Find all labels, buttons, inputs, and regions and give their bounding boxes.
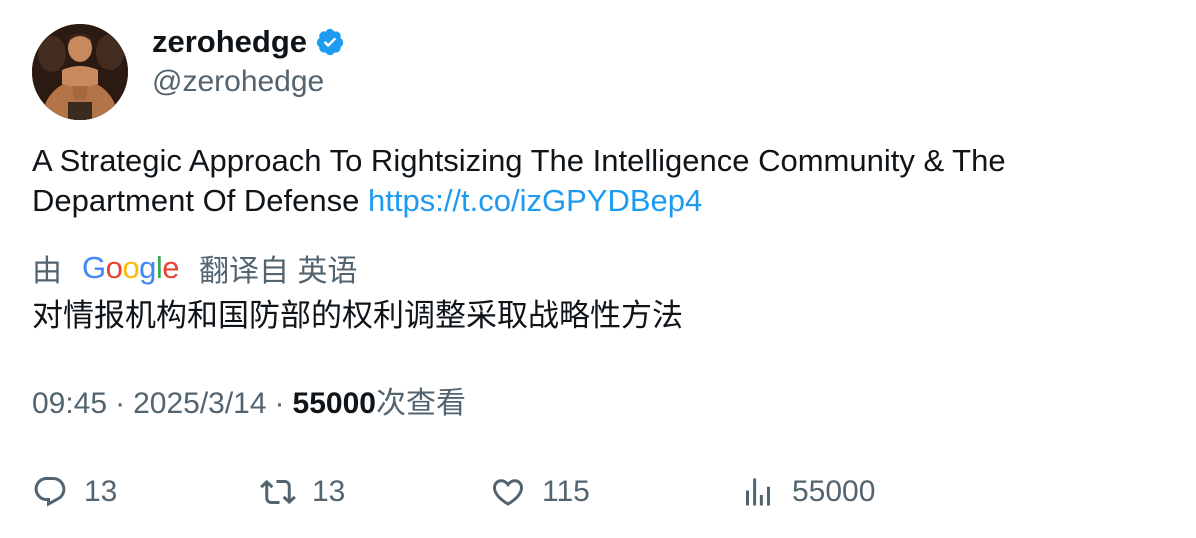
reply-button[interactable]: 13 [32, 470, 117, 514]
translation-attribution: 由 Google 翻译自 英语 [32, 247, 357, 289]
tweet-time[interactable]: 09:45 [32, 384, 107, 424]
tweet-text: A Strategic Approach To Rightsizing The … [32, 141, 1162, 221]
views-button[interactable]: 55000 [740, 470, 875, 514]
views-action-count: 55000 [792, 475, 876, 508]
verified-badge-icon [315, 27, 345, 57]
author-display-name[interactable]: zerohedge [152, 22, 307, 62]
views-label: 次查看 [375, 387, 466, 420]
meta-separator: · [274, 387, 285, 420]
retweet-button[interactable]: 13 [260, 470, 345, 514]
translation-prefix: 由 [32, 255, 62, 288]
tweet-date[interactable]: 2025/3/14 [133, 384, 266, 424]
google-logo: Google [82, 250, 180, 285]
retweet-count: 13 [312, 475, 346, 508]
retweet-icon [260, 474, 296, 510]
author-handle[interactable]: @zerohedge [152, 62, 324, 102]
translated-text: 对情报机构和国防部的权利调整采取战略性方法 [32, 298, 683, 333]
action-bar: 13 13 115 55000 [32, 470, 1162, 514]
views-count: 55000 [292, 387, 376, 420]
like-count: 115 [542, 475, 590, 508]
heart-icon [490, 474, 526, 510]
like-button[interactable]: 115 [490, 470, 590, 514]
translation-suffix[interactable]: 翻译自 英语 [199, 246, 357, 290]
reply-count: 13 [84, 475, 118, 508]
avatar-image [32, 24, 128, 120]
meta-separator: · [115, 387, 126, 420]
avatar[interactable] [32, 24, 128, 120]
tweet-meta: 09:45 · 2025/3/14 · 55000 次查看 [32, 384, 466, 424]
analytics-icon [740, 474, 776, 510]
tweet-link[interactable]: https://t.co/izGPYDBep4 [368, 183, 702, 218]
reply-icon [32, 474, 68, 510]
